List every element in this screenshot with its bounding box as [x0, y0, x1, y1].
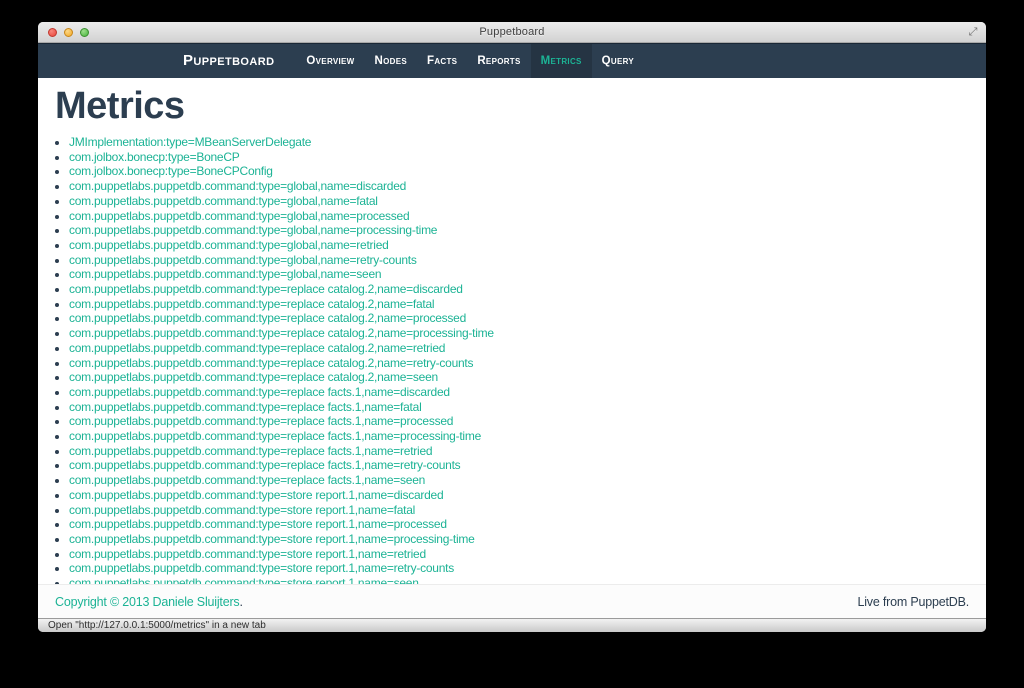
- metric-link[interactable]: com.puppetlabs.puppetdb.command:type=rep…: [69, 356, 474, 370]
- close-button-icon[interactable]: [48, 27, 57, 37]
- metric-link[interactable]: com.puppetlabs.puppetdb.command:type=sto…: [69, 488, 444, 502]
- metric-list-item: com.puppetlabs.puppetdb.command:type=glo…: [69, 194, 969, 209]
- nav-item-reports[interactable]: Reports: [467, 44, 530, 78]
- metric-list-item: com.puppetlabs.puppetdb.command:type=rep…: [69, 356, 969, 371]
- metric-list-item: com.puppetlabs.puppetdb.command:type=glo…: [69, 179, 969, 194]
- metric-list-item: com.puppetlabs.puppetdb.command:type=rep…: [69, 444, 969, 459]
- metric-list-item: com.puppetlabs.puppetdb.command:type=rep…: [69, 282, 969, 297]
- metric-list-item: com.puppetlabs.puppetdb.command:type=sto…: [69, 532, 969, 547]
- browser-window: Puppetboard ⤢ Puppetboard Overview Nodes…: [38, 22, 986, 632]
- metric-list-item: com.puppetlabs.puppetdb.command:type=rep…: [69, 385, 969, 400]
- metric-link[interactable]: com.puppetlabs.puppetdb.command:type=rep…: [69, 444, 433, 458]
- page-footer: Copyright © 2013 Daniele Sluijters. Live…: [38, 584, 986, 618]
- metric-list-item: com.puppetlabs.puppetdb.command:type=sto…: [69, 517, 969, 532]
- metric-link[interactable]: com.puppetlabs.puppetdb.command:type=rep…: [69, 400, 422, 414]
- metric-link[interactable]: com.puppetlabs.puppetdb.command:type=rep…: [69, 414, 453, 428]
- nav-item-metrics[interactable]: Metrics: [530, 44, 592, 78]
- metric-list-item: com.puppetlabs.puppetdb.command:type=glo…: [69, 209, 969, 224]
- metric-link[interactable]: com.puppetlabs.puppetdb.command:type=glo…: [69, 238, 389, 252]
- metric-link[interactable]: com.puppetlabs.puppetdb.command:type=sto…: [69, 532, 475, 546]
- metric-list-item: com.puppetlabs.puppetdb.command:type=rep…: [69, 311, 969, 326]
- metric-link[interactable]: com.puppetlabs.puppetdb.command:type=glo…: [69, 179, 406, 193]
- metric-link[interactable]: com.puppetlabs.puppetdb.command:type=glo…: [69, 267, 382, 281]
- nav-item-nodes[interactable]: Nodes: [365, 44, 417, 78]
- metric-link[interactable]: com.puppetlabs.puppetdb.command:type=rep…: [69, 458, 461, 472]
- metric-list-item: com.jolbox.bonecp:type=BoneCP: [69, 150, 969, 165]
- live-from-puppetdb-text: Live from PuppetDB.: [857, 594, 969, 609]
- page-content: Metrics JMImplementation:type=MBeanServe…: [38, 78, 986, 584]
- metric-list-item: com.puppetlabs.puppetdb.command:type=rep…: [69, 297, 969, 312]
- metric-link[interactable]: com.puppetlabs.puppetdb.command:type=sto…: [69, 576, 419, 584]
- nav-item-query[interactable]: Query: [592, 44, 644, 78]
- metric-link[interactable]: com.jolbox.bonecp:type=BoneCP: [69, 150, 240, 164]
- metric-link[interactable]: com.puppetlabs.puppetdb.command:type=rep…: [69, 326, 494, 340]
- metric-list-item: com.puppetlabs.puppetdb.command:type=rep…: [69, 473, 969, 488]
- metric-link[interactable]: com.puppetlabs.puppetdb.command:type=rep…: [69, 341, 445, 355]
- metric-link[interactable]: com.puppetlabs.puppetdb.command:type=sto…: [69, 503, 415, 517]
- metric-list-item: com.puppetlabs.puppetdb.command:type=sto…: [69, 547, 969, 562]
- nav-items: Overview Nodes Facts Reports Metrics Que…: [296, 44, 644, 78]
- metric-link[interactable]: com.puppetlabs.puppetdb.command:type=glo…: [69, 194, 378, 208]
- metric-list-item: com.puppetlabs.puppetdb.command:type=glo…: [69, 267, 969, 282]
- metric-list-item: com.puppetlabs.puppetdb.command:type=sto…: [69, 488, 969, 503]
- metric-link[interactable]: com.puppetlabs.puppetdb.command:type=sto…: [69, 561, 454, 575]
- metric-link[interactable]: com.puppetlabs.puppetdb.command:type=rep…: [69, 282, 463, 296]
- metric-link[interactable]: com.puppetlabs.puppetdb.command:type=rep…: [69, 429, 481, 443]
- metric-list-item: com.puppetlabs.puppetdb.command:type=sto…: [69, 576, 969, 584]
- nav-item-overview[interactable]: Overview: [296, 44, 364, 78]
- minimize-button-icon[interactable]: [64, 27, 73, 37]
- metric-list-item: com.puppetlabs.puppetdb.command:type=rep…: [69, 326, 969, 341]
- nav-item-facts[interactable]: Facts: [417, 44, 467, 78]
- metric-list-item: com.puppetlabs.puppetdb.command:type=glo…: [69, 238, 969, 253]
- copyright-suffix: .: [239, 594, 243, 609]
- metric-link[interactable]: com.puppetlabs.puppetdb.command:type=sto…: [69, 517, 447, 531]
- navbar-brand[interactable]: Puppetboard: [170, 44, 287, 78]
- traffic-lights: [48, 22, 89, 42]
- browser-status-bar: Open "http://127.0.0.1:5000/metrics" in …: [38, 618, 986, 632]
- metric-list-item: com.puppetlabs.puppetdb.command:type=rep…: [69, 400, 969, 415]
- metric-list-item: JMImplementation:type=MBeanServerDelegat…: [69, 135, 969, 150]
- window-title: Puppetboard: [479, 26, 545, 38]
- copyright-author-link[interactable]: Daniele Sluijters: [153, 595, 240, 609]
- fullscreen-icon[interactable]: ⤢: [966, 25, 980, 39]
- metric-list-item: com.puppetlabs.puppetdb.command:type=rep…: [69, 414, 969, 429]
- metric-link[interactable]: com.puppetlabs.puppetdb.command:type=rep…: [69, 311, 466, 325]
- metric-list-item: com.puppetlabs.puppetdb.command:type=glo…: [69, 253, 969, 268]
- copyright-prefix: Copyright © 2013: [55, 594, 153, 609]
- metric-list-item: com.puppetlabs.puppetdb.command:type=rep…: [69, 429, 969, 444]
- metric-list-item: com.puppetlabs.puppetdb.command:type=sto…: [69, 503, 969, 518]
- window-titlebar[interactable]: Puppetboard ⤢: [38, 22, 986, 43]
- metric-list-item: com.jolbox.bonecp:type=BoneCPConfig: [69, 164, 969, 179]
- metric-link[interactable]: com.puppetlabs.puppetdb.command:type=rep…: [69, 297, 435, 311]
- metric-link[interactable]: com.puppetlabs.puppetdb.command:type=glo…: [69, 209, 410, 223]
- metric-link[interactable]: com.puppetlabs.puppetdb.command:type=rep…: [69, 385, 450, 399]
- navbar: Puppetboard Overview Nodes Facts Reports…: [38, 43, 986, 78]
- metric-list-item: com.puppetlabs.puppetdb.command:type=rep…: [69, 341, 969, 356]
- metric-link[interactable]: com.puppetlabs.puppetdb.command:type=rep…: [69, 473, 425, 487]
- copyright-text: Copyright © 2013 Daniele Sluijters.: [55, 595, 243, 609]
- metric-list-item: com.puppetlabs.puppetdb.command:type=glo…: [69, 223, 969, 238]
- metric-link[interactable]: com.puppetlabs.puppetdb.command:type=glo…: [69, 253, 417, 267]
- metric-link[interactable]: com.puppetlabs.puppetdb.command:type=sto…: [69, 547, 426, 561]
- status-bar-text: Open "http://127.0.0.1:5000/metrics" in …: [48, 620, 266, 631]
- zoom-button-icon[interactable]: [80, 27, 89, 37]
- metric-list-item: com.puppetlabs.puppetdb.command:type=rep…: [69, 458, 969, 473]
- metric-list-item: com.puppetlabs.puppetdb.command:type=rep…: [69, 370, 969, 385]
- metric-link[interactable]: JMImplementation:type=MBeanServerDelegat…: [69, 135, 311, 149]
- metrics-list: JMImplementation:type=MBeanServerDelegat…: [55, 135, 969, 584]
- metric-list-item: com.puppetlabs.puppetdb.command:type=sto…: [69, 561, 969, 576]
- metric-link[interactable]: com.jolbox.bonecp:type=BoneCPConfig: [69, 164, 273, 178]
- metric-link[interactable]: com.puppetlabs.puppetdb.command:type=glo…: [69, 223, 437, 237]
- page-title: Metrics: [55, 85, 185, 127]
- metric-link[interactable]: com.puppetlabs.puppetdb.command:type=rep…: [69, 370, 438, 384]
